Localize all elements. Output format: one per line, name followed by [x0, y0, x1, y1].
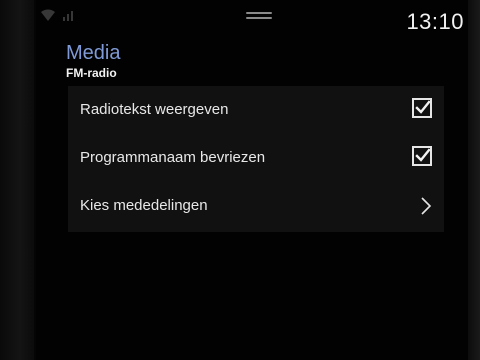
display-bezel: 13:10 Media FM-radio Radiotekst weergeve…	[0, 0, 480, 360]
status-icons	[40, 8, 76, 24]
setting-label: Programmanaam bevriezen	[80, 149, 266, 166]
clock: 13:10	[406, 9, 464, 34]
top-bar-drag-handle[interactable]	[246, 12, 272, 22]
setting-row-programmanaam[interactable]: Programmanaam bevriezen	[68, 134, 444, 182]
page-subtitle: FM-radio	[66, 66, 117, 80]
checkmark-icon	[415, 100, 431, 114]
screen: 13:10 Media FM-radio Radiotekst weergeve…	[36, 0, 468, 360]
setting-label: Kies mededelingen	[80, 197, 208, 214]
bezel-left-edge	[0, 0, 34, 360]
settings-list: Radiotekst weergeven Programmanaam bevri…	[68, 86, 444, 232]
status-bar: 13:10	[36, 0, 468, 40]
page-title: Media	[66, 42, 121, 64]
bezel-right-edge	[466, 0, 480, 360]
checkbox-programmanaam[interactable]	[412, 146, 432, 166]
signal-icon	[63, 11, 73, 21]
checkmark-icon	[415, 148, 431, 162]
setting-label: Radiotekst weergeven	[80, 101, 229, 118]
setting-row-radiotekst[interactable]: Radiotekst weergeven	[68, 86, 444, 134]
checkbox-radiotekst[interactable]	[412, 98, 432, 118]
wifi-icon	[41, 9, 55, 21]
setting-row-mededelingen[interactable]: Kies mededelingen	[68, 182, 444, 230]
chevron-right-icon[interactable]	[420, 196, 432, 216]
